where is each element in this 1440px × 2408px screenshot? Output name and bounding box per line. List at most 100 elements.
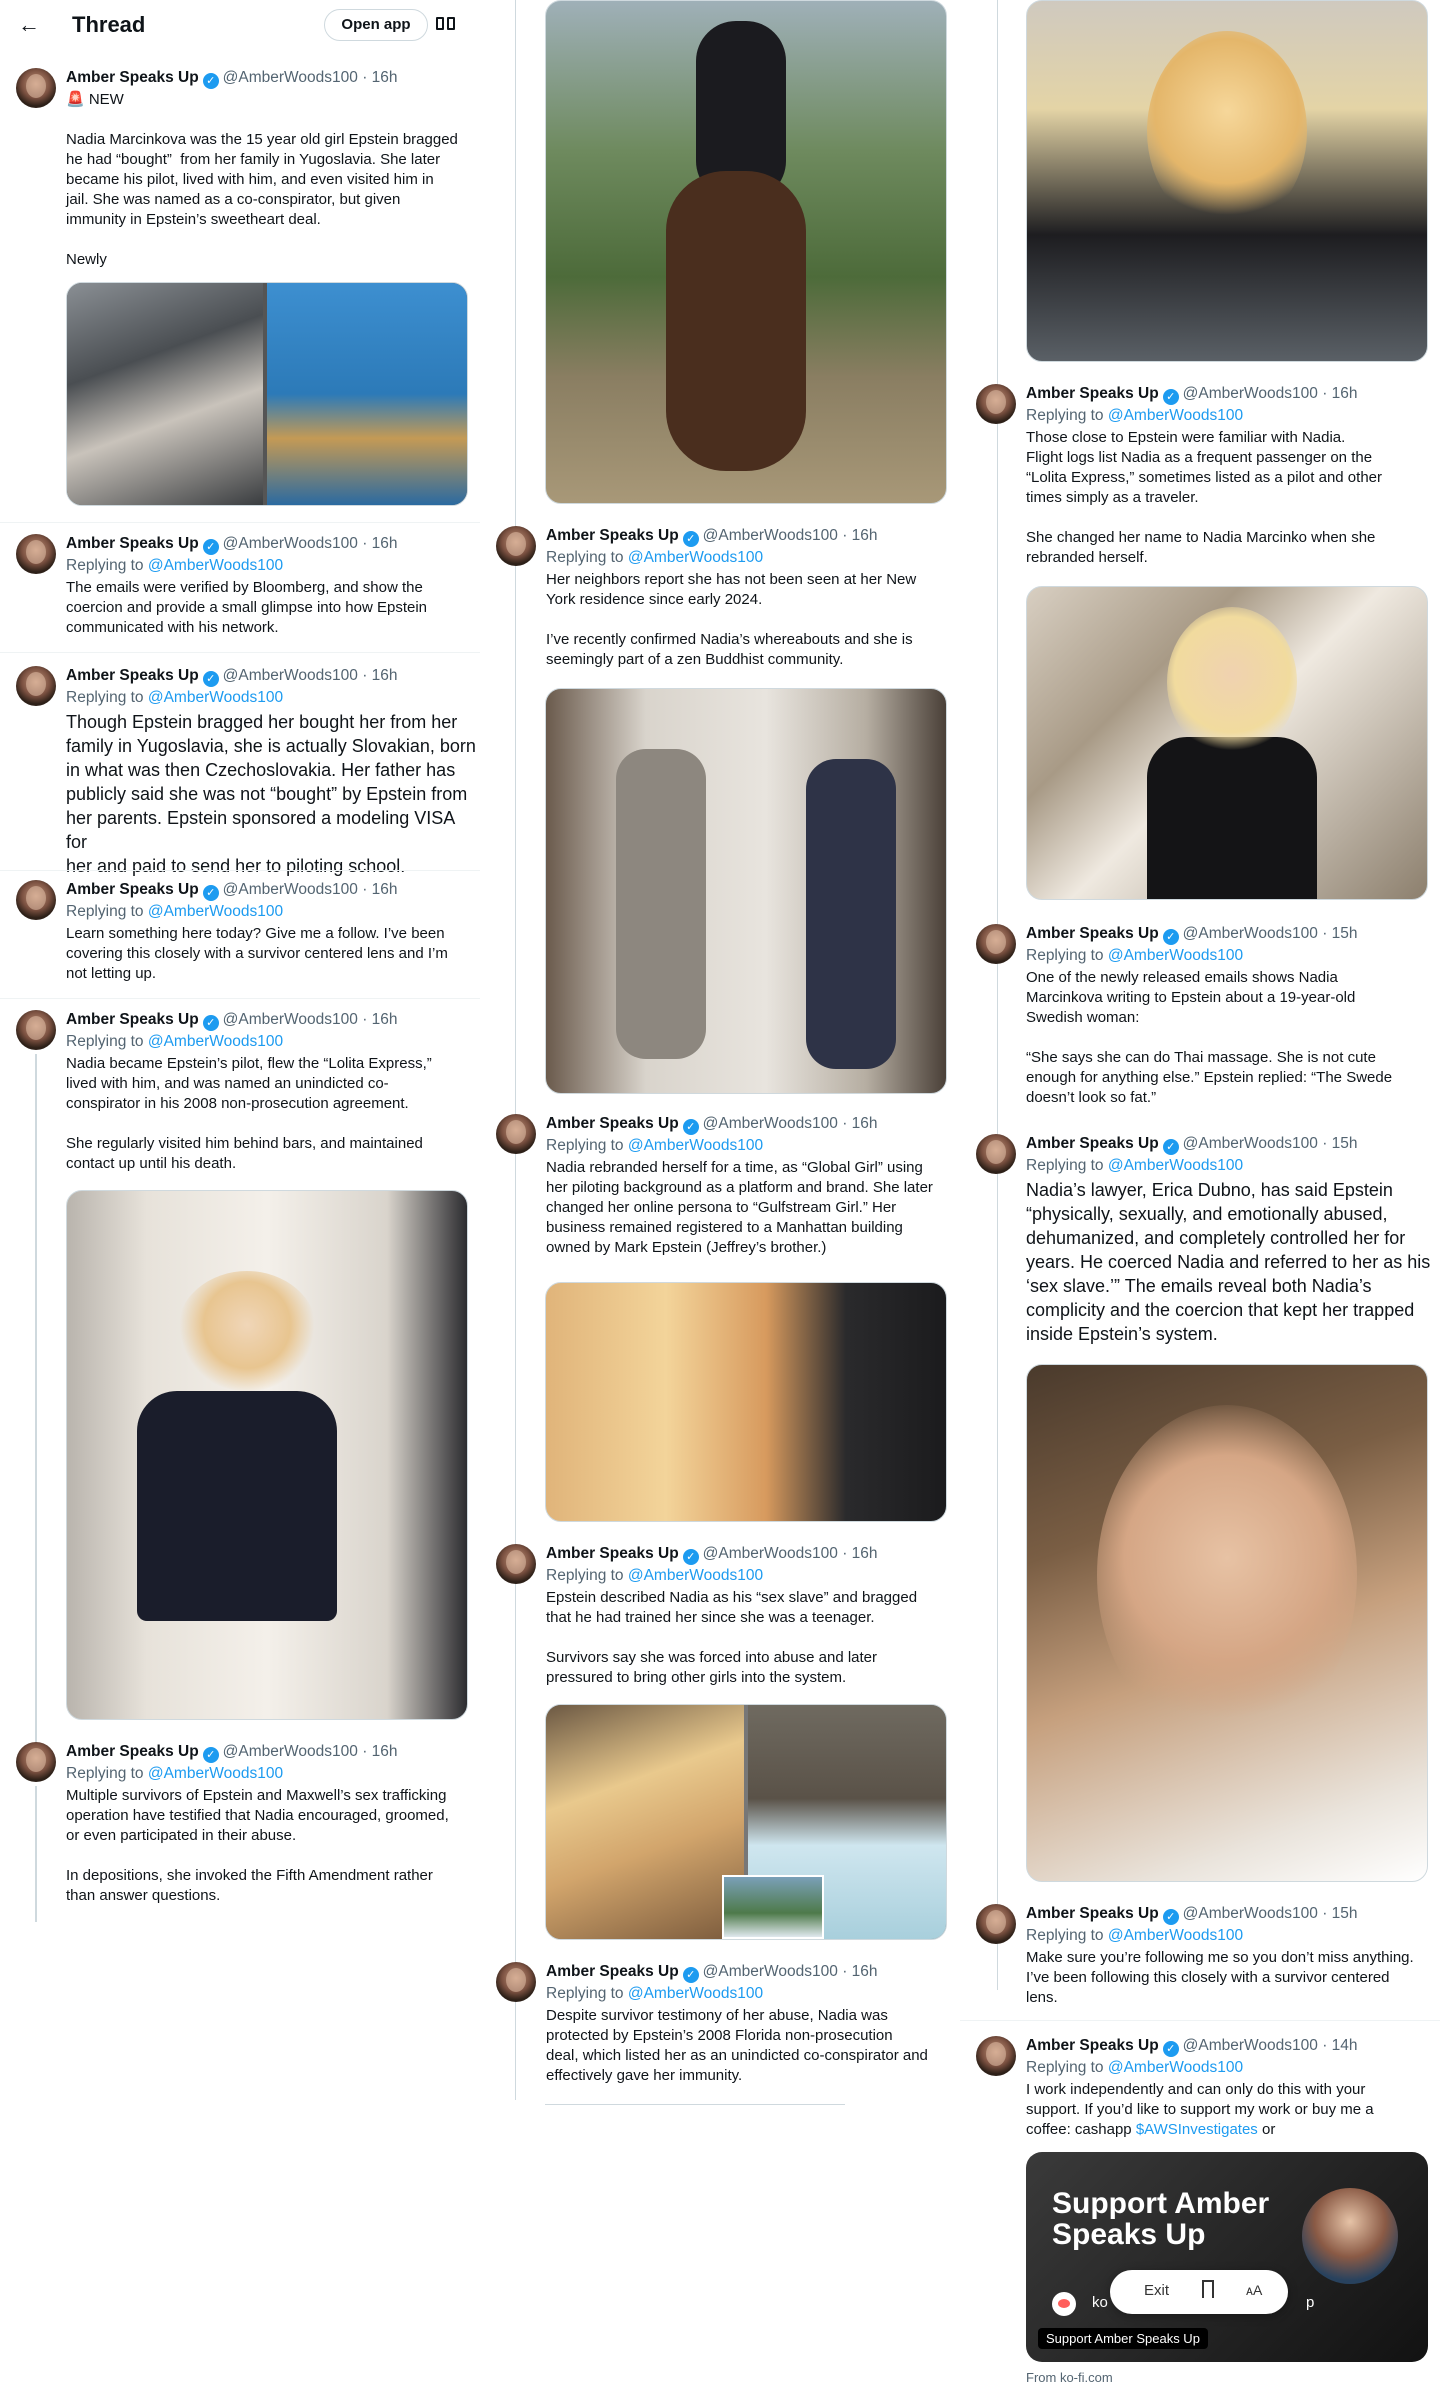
tweet[interactable]: Amber Speaks Up ✓ @AmberWoods100 · 16h Rep… bbox=[496, 1544, 960, 1694]
tweet[interactable]: Amber Speaks Up ✓ @AmberWoods100 · 16h Rep… bbox=[16, 666, 480, 876]
tweet[interactable]: Amber Speaks Up ✓ @AmberWoods100 · 16h Rep… bbox=[16, 1742, 480, 1922]
text-size-button[interactable]: ᴀA bbox=[1246, 2282, 1262, 2298]
tweet[interactable]: Amber Speaks Up ✓ @AmberWoods100 · 16h Rep… bbox=[496, 1962, 960, 2112]
tweet[interactable]: Amber Speaks Up ✓ @AmberWoods100 · 15h Rep… bbox=[976, 1134, 1440, 1344]
tweet-time[interactable]: 16h bbox=[372, 667, 398, 684]
avatar[interactable] bbox=[976, 2036, 1016, 2076]
author-handle[interactable]: @AmberWoods100 bbox=[1183, 385, 1318, 402]
replying-link[interactable]: @AmberWoods100 bbox=[628, 1567, 763, 1584]
replying-link[interactable]: @AmberWoods100 bbox=[628, 1985, 763, 2002]
tweet[interactable]: Amber Speaks Up ✓ @AmberWoods100 · 15h Rep… bbox=[976, 1904, 1440, 2014]
author-handle[interactable]: @AmberWoods100 bbox=[223, 667, 358, 684]
avatar[interactable] bbox=[16, 1742, 56, 1782]
arrow-left-icon[interactable]: ← bbox=[18, 14, 40, 36]
author-name[interactable]: Amber Speaks Up bbox=[1026, 1905, 1159, 1922]
avatar[interactable] bbox=[976, 924, 1016, 964]
author-handle[interactable]: @AmberWoods100 bbox=[1183, 925, 1318, 942]
bookmark-icon[interactable] bbox=[1202, 2280, 1214, 2298]
cashtag-link[interactable]: $AWSInvestigates bbox=[1136, 2121, 1258, 2138]
author-handle[interactable]: @AmberWoods100 bbox=[703, 527, 838, 544]
avatar[interactable] bbox=[976, 384, 1016, 424]
author-name[interactable]: Amber Speaks Up bbox=[66, 1743, 199, 1760]
tweet[interactable]: Amber Speaks Up ✓ @AmberWoods100 · 16h Rep… bbox=[496, 1114, 960, 1274]
card-source[interactable]: From ko-fi.com bbox=[1026, 2370, 1113, 2385]
author-handle[interactable]: @AmberWoods100 bbox=[703, 1963, 838, 1980]
tweet[interactable]: Amber Speaks Up ✓ @AmberWoods100 · 16h 🚨 N… bbox=[16, 68, 480, 528]
author-name[interactable]: Amber Speaks Up bbox=[66, 69, 199, 86]
exit-button[interactable]: Exit bbox=[1144, 2282, 1169, 2299]
tweet-time[interactable]: 16h bbox=[372, 69, 398, 86]
author-handle[interactable]: @AmberWoods100 bbox=[223, 1743, 358, 1760]
tweet-time[interactable]: 16h bbox=[372, 535, 398, 552]
author-handle[interactable]: @AmberWoods100 bbox=[223, 69, 358, 86]
avatar[interactable] bbox=[976, 1904, 1016, 1944]
author-name[interactable]: Amber Speaks Up bbox=[66, 881, 199, 898]
photo-global-girl[interactable] bbox=[545, 1282, 947, 1522]
replying-link[interactable]: @AmberWoods100 bbox=[148, 903, 283, 920]
tweet[interactable]: Amber Speaks Up ✓ @AmberWoods100 · 16h Rep… bbox=[16, 880, 480, 990]
author-name[interactable]: Amber Speaks Up bbox=[66, 1011, 199, 1028]
avatar[interactable] bbox=[16, 68, 56, 108]
tweet-time[interactable]: 16h bbox=[852, 1963, 878, 1980]
author-handle[interactable]: @AmberWoods100 bbox=[703, 1545, 838, 1562]
author-name[interactable]: Amber Speaks Up bbox=[546, 527, 679, 544]
author-name[interactable]: Amber Speaks Up bbox=[1026, 385, 1159, 402]
avatar[interactable] bbox=[16, 666, 56, 706]
replying-link[interactable]: @AmberWoods100 bbox=[1108, 947, 1243, 964]
author-name[interactable]: Amber Speaks Up bbox=[66, 535, 199, 552]
avatar[interactable] bbox=[496, 1114, 536, 1154]
author-name[interactable]: Amber Speaks Up bbox=[546, 1115, 679, 1132]
author-name[interactable]: Amber Speaks Up bbox=[546, 1963, 679, 1980]
replying-link[interactable]: @AmberWoods100 bbox=[1108, 1157, 1243, 1174]
author-handle[interactable]: @AmberWoods100 bbox=[223, 1011, 358, 1028]
photo-portrait[interactable] bbox=[1026, 1364, 1428, 1882]
avatar[interactable] bbox=[16, 534, 56, 574]
photo-pilot-blonde[interactable] bbox=[1026, 0, 1428, 362]
author-handle[interactable]: @AmberWoods100 bbox=[703, 1115, 838, 1132]
photo-beach[interactable] bbox=[267, 283, 467, 505]
avatar[interactable] bbox=[496, 1544, 536, 1584]
photo-island-inset[interactable] bbox=[722, 1875, 824, 1939]
tweet[interactable]: Amber Speaks Up ✓ @AmberWoods100 · 14h Rep… bbox=[976, 2036, 1440, 2408]
reader-mode-icon[interactable] bbox=[436, 14, 458, 34]
photo-zen-community[interactable] bbox=[545, 688, 947, 1094]
author-handle[interactable]: @AmberWoods100 bbox=[223, 535, 358, 552]
open-app-button[interactable]: Open app bbox=[324, 9, 428, 41]
photo-nadia[interactable] bbox=[546, 1705, 744, 1939]
replying-link[interactable]: @AmberWoods100 bbox=[628, 549, 763, 566]
photo-jet-cabin[interactable] bbox=[66, 1190, 468, 1720]
photo-horse-riding[interactable] bbox=[545, 0, 947, 504]
avatar[interactable] bbox=[16, 1010, 56, 1050]
kofi-link-card[interactable]: Support Amber Speaks Up ko p Support Amb… bbox=[1026, 2152, 1428, 2362]
photo-cockpit[interactable] bbox=[67, 283, 263, 505]
avatar[interactable] bbox=[496, 1962, 536, 2002]
replying-link[interactable]: @AmberWoods100 bbox=[1108, 1927, 1243, 1944]
tweet[interactable]: Amber Speaks Up ✓ @AmberWoods100 · 16h Rep… bbox=[16, 1010, 480, 1754]
tweet-time[interactable]: 16h bbox=[852, 1545, 878, 1562]
author-handle[interactable]: @AmberWoods100 bbox=[1183, 2037, 1318, 2054]
tweet-time[interactable]: 16h bbox=[1332, 385, 1358, 402]
tweet-time[interactable]: 15h bbox=[1332, 1135, 1358, 1152]
author-name[interactable]: Amber Speaks Up bbox=[1026, 1135, 1159, 1152]
tweet-time[interactable]: 14h bbox=[1332, 2037, 1358, 2054]
tweet-time[interactable]: 16h bbox=[372, 881, 398, 898]
replying-link[interactable]: @AmberWoods100 bbox=[1108, 407, 1243, 424]
replying-link[interactable]: @AmberWoods100 bbox=[1108, 2059, 1243, 2076]
tweet[interactable]: Amber Speaks Up ✓ @AmberWoods100 · 16h Rep… bbox=[976, 384, 1440, 574]
replying-link[interactable]: @AmberWoods100 bbox=[148, 1765, 283, 1782]
tweet-time[interactable]: 15h bbox=[1332, 925, 1358, 942]
author-name[interactable]: Amber Speaks Up bbox=[1026, 925, 1159, 942]
author-name[interactable]: Amber Speaks Up bbox=[1026, 2037, 1159, 2054]
avatar[interactable] bbox=[16, 880, 56, 920]
author-name[interactable]: Amber Speaks Up bbox=[546, 1545, 679, 1562]
replying-link[interactable]: @AmberWoods100 bbox=[148, 557, 283, 574]
tweet-time[interactable]: 16h bbox=[852, 527, 878, 544]
avatar[interactable] bbox=[976, 1134, 1016, 1174]
tweet[interactable]: Amber Speaks Up ✓ @AmberWoods100 · 15h Rep… bbox=[976, 924, 1440, 1124]
tweet[interactable]: Amber Speaks Up ✓ @AmberWoods100 · 16h Rep… bbox=[496, 526, 960, 676]
author-handle[interactable]: @AmberWoods100 bbox=[1183, 1135, 1318, 1152]
tweet-time[interactable]: 15h bbox=[1332, 1905, 1358, 1922]
tweet[interactable]: Amber Speaks Up ✓ @AmberWoods100 · 16h Rep… bbox=[16, 534, 480, 644]
tweet-time[interactable]: 16h bbox=[372, 1743, 398, 1760]
tweet-time[interactable]: 16h bbox=[372, 1011, 398, 1028]
